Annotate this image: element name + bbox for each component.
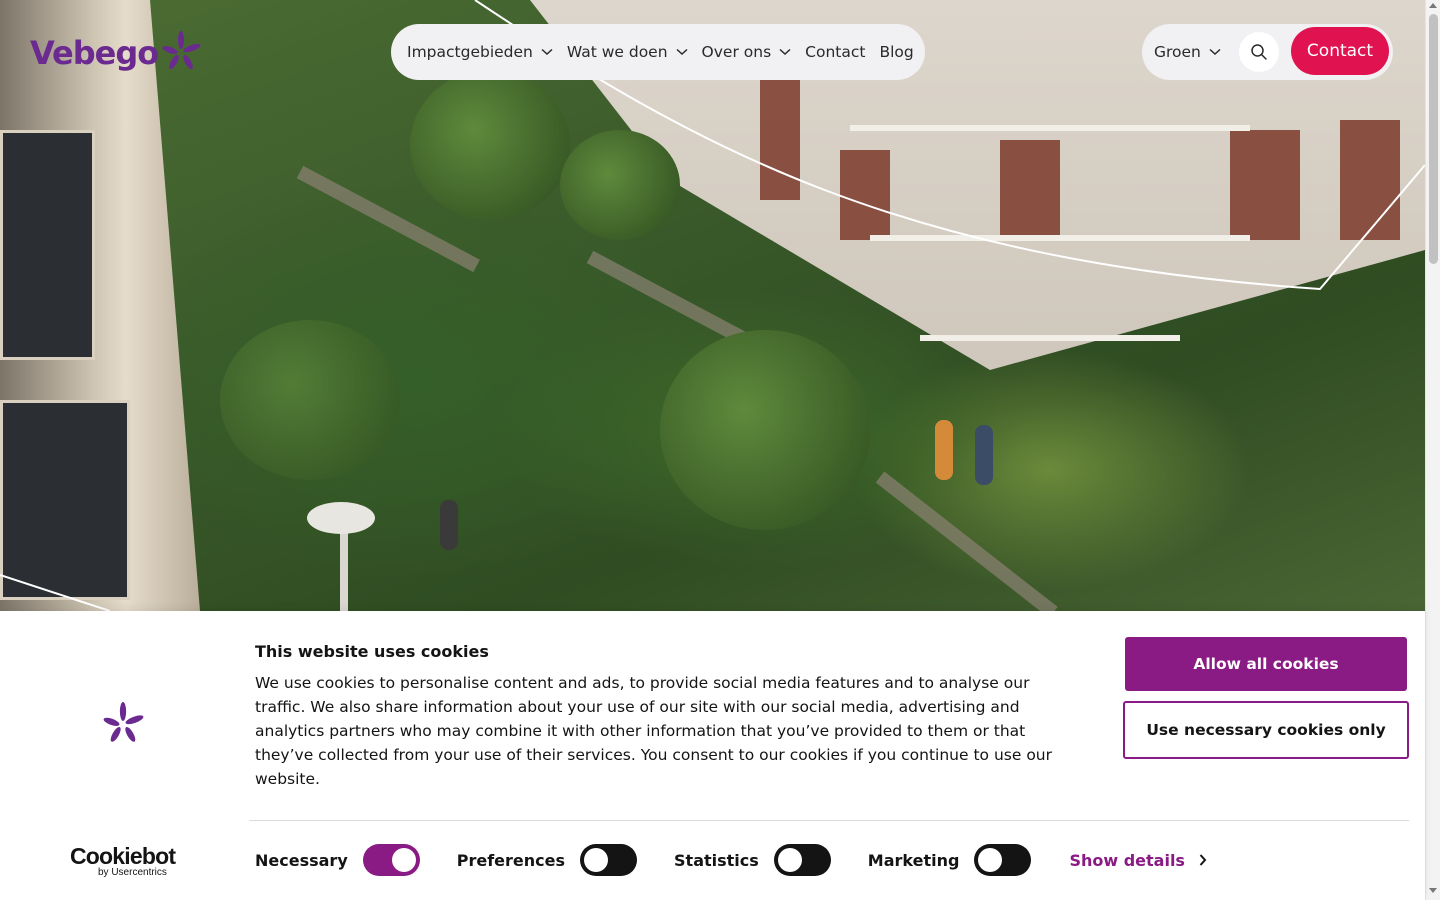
cookiebot-mark-icon [103,702,144,742]
cookie-banner: Cookiebot by Usercentrics This website u… [0,611,1425,900]
cookiebot-brand: Cookiebot [70,843,176,869]
divider [249,820,1409,821]
toggle-necessary: Necessary [255,844,420,876]
toggle-label: Statistics [674,850,759,870]
nav-label: Contact [805,43,866,61]
statistics-switch[interactable] [773,844,831,876]
chevron-down-icon [1209,48,1221,56]
toggle-label: Preferences [456,850,566,870]
chevron-down-icon [541,48,553,56]
show-details-link[interactable]: Show details [1069,851,1207,870]
language-label: Groen [1154,43,1201,61]
chevron-down-icon [779,48,791,56]
nav-label: Over ons [701,43,772,61]
search-button[interactable] [1239,32,1279,72]
allow-all-cookies-button[interactable]: Allow all cookies [1125,637,1407,691]
logo-text: Vebego [30,34,159,72]
cookie-text: We use cookies to personalise content an… [255,674,1052,788]
search-icon [1251,44,1267,60]
scrollbar[interactable] [1425,0,1440,900]
cookie-toggles: Necessary Preferences Statistics Marketi… [255,843,1207,877]
cookie-title: This website uses cookies [255,642,489,661]
necessary-switch[interactable] [362,844,420,876]
logo-mark-icon [162,31,201,70]
nav-item-impactgebieden[interactable]: Impactgebieden [407,43,553,61]
switch-knob [777,848,802,872]
contact-button[interactable]: Contact [1291,27,1389,75]
cookiebot-brand-sub: by Usercentrics [98,867,167,878]
switch-knob [391,848,416,872]
hero-image [0,0,1425,611]
chevron-right-icon [1199,854,1207,866]
switch-knob [978,848,1003,872]
nav-item-over-ons[interactable]: Over ons [702,43,792,61]
nav-label: Wat we doen [566,43,668,61]
cookiebot-logo[interactable]: Cookiebot by Usercentrics [70,843,176,878]
toggle-label: Necessary [255,850,348,870]
scroll-down-arrow[interactable] [1429,888,1437,893]
nav-item-wat-we-doen[interactable]: Wat we doen [567,43,688,61]
language-selector[interactable]: Groen [1154,43,1221,61]
toggle-statistics: Statistics [674,844,831,876]
show-details-label: Show details [1069,850,1185,870]
marketing-switch[interactable] [974,844,1032,876]
toggle-marketing: Marketing [868,844,1032,876]
scroll-up-arrow[interactable] [1429,3,1437,8]
toggle-preferences: Preferences [456,844,638,876]
scroll-thumb[interactable] [1429,14,1438,264]
switch-knob [584,848,609,872]
decorative-line [0,0,1425,611]
toggle-label: Marketing [867,850,960,870]
preferences-switch[interactable] [580,844,638,876]
nav-label: Blog [879,43,914,61]
nav-item-blog[interactable]: Blog [879,43,913,61]
nav-label: Impactgebieden [407,43,533,61]
chevron-down-icon [676,48,688,56]
main-nav: Impactgebieden Wat we doen Over ons Cont… [391,24,925,80]
utility-bar: Groen Contact [1142,24,1393,80]
nav-item-contact[interactable]: Contact [805,43,865,61]
necessary-cookies-button[interactable]: Use necessary cookies only [1123,701,1409,759]
